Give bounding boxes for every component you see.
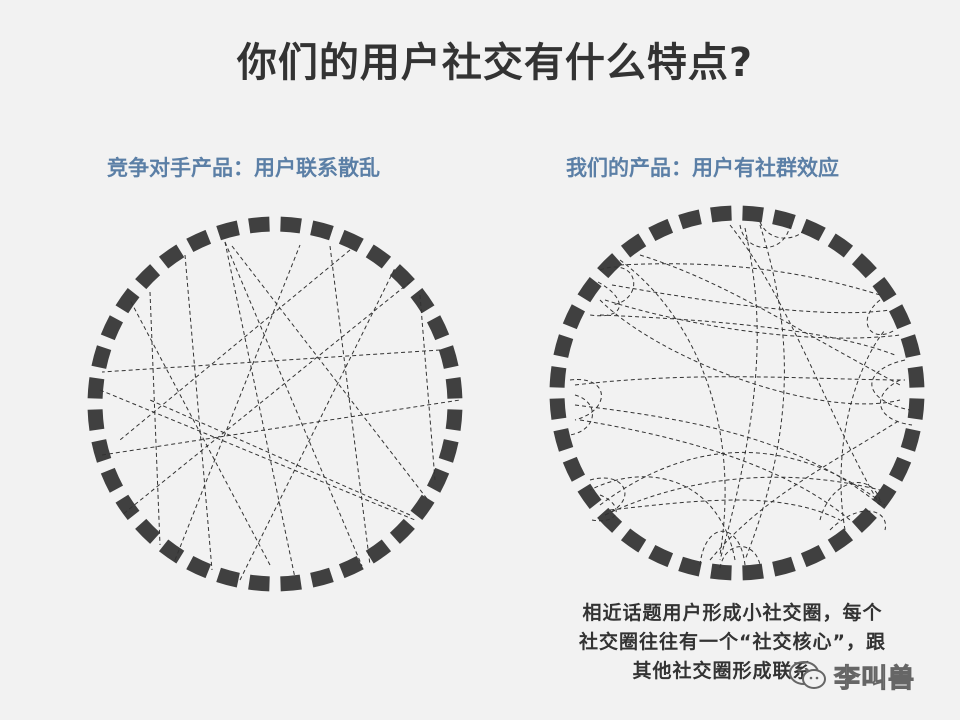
ring-segment	[678, 556, 702, 577]
ring-segment	[549, 398, 567, 420]
our-network-ring	[549, 205, 925, 581]
ring-segment	[100, 467, 124, 493]
ring-segment	[710, 563, 732, 581]
ring-segment	[851, 253, 877, 279]
ring-segment	[577, 483, 602, 510]
ring-segment	[827, 528, 854, 553]
ring-segment	[553, 428, 574, 452]
ring-segment	[872, 276, 897, 303]
ring-segment	[827, 233, 854, 258]
ring-segment	[438, 345, 459, 369]
ring-segment	[445, 377, 463, 399]
ring-segment	[280, 216, 302, 234]
ring-segment	[597, 253, 623, 279]
ring-segment	[648, 218, 674, 242]
ring-segment	[248, 216, 270, 234]
ring-segment	[678, 209, 702, 230]
ring-segment	[338, 555, 364, 579]
ring-segment	[186, 555, 212, 579]
ring-segment	[389, 264, 415, 290]
ring-segment	[91, 345, 112, 369]
ring-segment	[426, 315, 450, 341]
ring-segment	[216, 567, 240, 588]
ring-segment	[907, 366, 925, 388]
ring-segment	[553, 334, 574, 358]
ring-segment	[115, 287, 140, 314]
ring-segment	[389, 518, 415, 544]
ring-segment	[888, 304, 912, 330]
ring-segment	[900, 428, 921, 452]
ring-segment	[410, 287, 435, 314]
ring-segment	[280, 574, 302, 592]
ring-segment	[620, 528, 647, 553]
ring-segment	[87, 409, 105, 431]
ring-segment	[186, 229, 212, 253]
ring-segment	[800, 218, 826, 242]
ring-segment	[338, 229, 364, 253]
ring-segment	[135, 518, 161, 544]
ring-segment	[900, 334, 921, 358]
ring-segment	[216, 220, 240, 241]
watermark-text: 李叫兽	[833, 663, 916, 694]
watermark: 李叫兽	[788, 656, 915, 696]
ring-segment	[365, 539, 392, 564]
ring-segment	[851, 507, 877, 533]
ring-segment	[648, 544, 674, 568]
ring-segment	[549, 366, 567, 388]
ring-segment	[158, 244, 185, 269]
ring-segment	[562, 304, 586, 330]
ring-segment	[100, 315, 124, 341]
ring-segment	[907, 398, 925, 420]
ring-segment	[445, 409, 463, 431]
ring-segment	[772, 209, 796, 230]
ring-segment	[888, 456, 912, 482]
ring-segment	[742, 563, 764, 581]
ring-segment	[91, 439, 112, 463]
ring-segment	[248, 574, 270, 592]
ring-segment	[158, 539, 185, 564]
wechat-icon	[789, 661, 826, 689]
ring-segment	[772, 556, 796, 577]
ring-segment	[742, 205, 764, 223]
ring-segment	[620, 233, 647, 258]
ring-segment	[135, 264, 161, 290]
ring-segment	[410, 494, 435, 521]
ring-segment	[438, 439, 459, 463]
ring-segment	[710, 205, 732, 223]
ring-segment	[577, 276, 602, 303]
ring-segment	[87, 377, 105, 399]
competitor-network-ring	[87, 216, 463, 592]
ring-segment	[562, 456, 586, 482]
ring-segment	[365, 244, 392, 269]
ring-segment	[310, 567, 334, 588]
ring-segment	[310, 220, 334, 241]
ring-segment	[800, 544, 826, 568]
